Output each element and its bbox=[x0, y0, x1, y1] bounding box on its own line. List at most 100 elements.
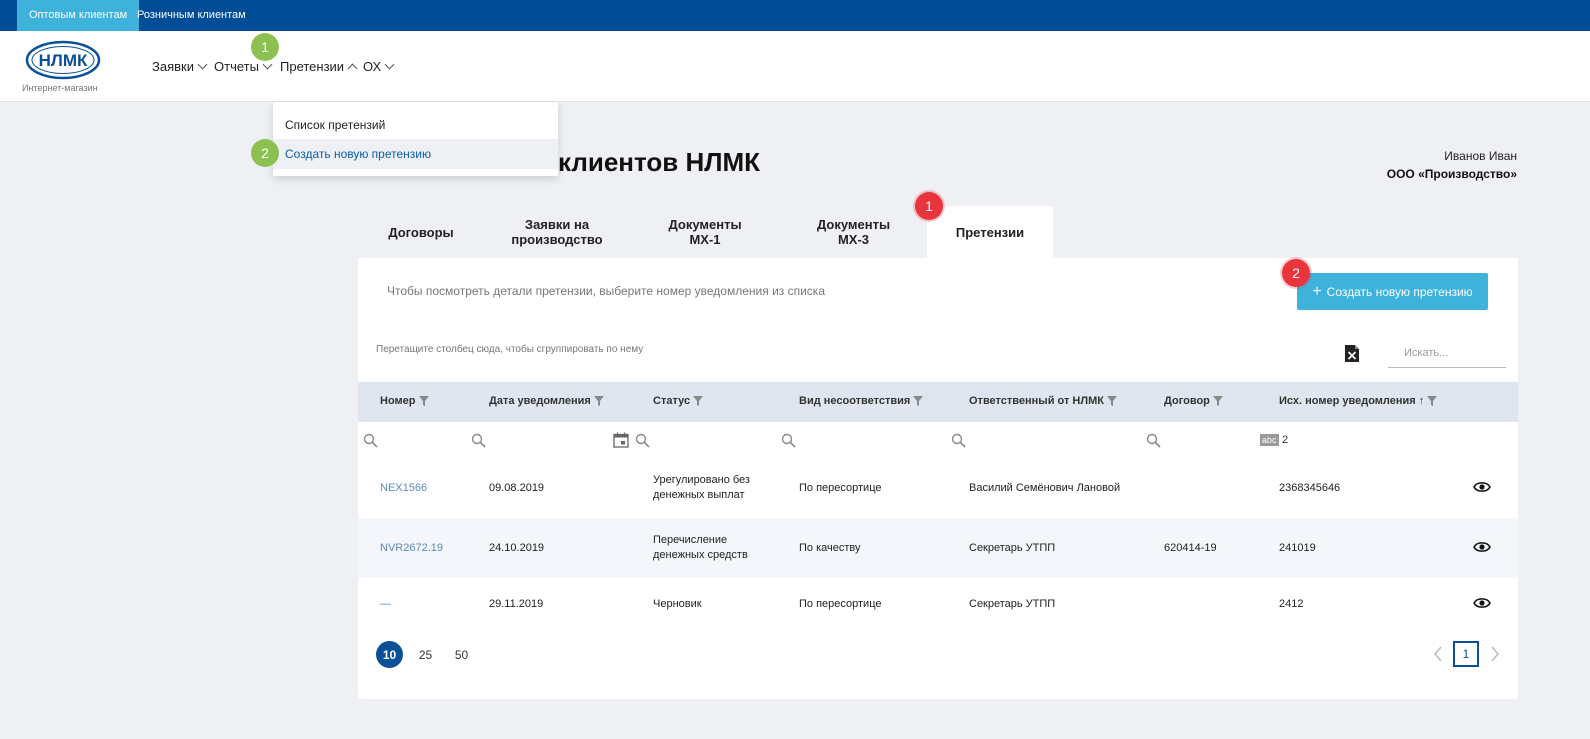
page-title-text: клиентов НЛМК bbox=[558, 147, 761, 177]
eye-icon[interactable] bbox=[1473, 596, 1491, 610]
filter-icon[interactable] bbox=[418, 396, 429, 406]
filter-icon[interactable] bbox=[1106, 396, 1117, 406]
create-claim-label: Создать новую претензию bbox=[1326, 284, 1473, 299]
logo-subtitle: Интернет-магазин bbox=[22, 83, 98, 93]
cell-responsible: Василий Семёнович Лановой bbox=[969, 481, 1121, 494]
cell-date: 24.10.2019 bbox=[489, 541, 545, 554]
eye-icon[interactable] bbox=[1473, 540, 1491, 554]
filter-icon[interactable] bbox=[593, 396, 604, 406]
nav-ox[interactable]: ОХ bbox=[363, 59, 395, 74]
status-line: денежных выплат bbox=[653, 489, 745, 501]
svg-text:НЛМК: НЛМК bbox=[39, 51, 88, 70]
tab-label-line: Заявки на bbox=[524, 217, 590, 232]
claim-number-link[interactable]: NVR2672.19 bbox=[380, 518, 443, 578]
column-header-status[interactable]: Статус bbox=[653, 395, 704, 407]
nav-claims-label: Претензии bbox=[280, 59, 345, 74]
column-header-label: Вид несоответствия bbox=[799, 395, 911, 407]
search-icon[interactable] bbox=[471, 433, 486, 448]
step-badge-red-1: 1 bbox=[915, 192, 943, 220]
cell-type: По качеству bbox=[799, 541, 861, 554]
column-header-label: Ответственный от НЛМК bbox=[969, 395, 1104, 407]
column-header-outgoing-number[interactable]: Исх. номер уведомления ↑ bbox=[1279, 395, 1438, 407]
claims-dropdown-menu: Список претензий Создать новую претензию bbox=[273, 102, 558, 176]
column-header-type[interactable]: Вид несоответствия bbox=[799, 395, 924, 407]
tab-label-line: Документы bbox=[816, 217, 891, 232]
create-claim-button[interactable]: + Создать новую претензию bbox=[1297, 273, 1488, 310]
user-organization: ООО «Производство» bbox=[1386, 167, 1517, 181]
table-row[interactable]: — 29.11.2019 Черновик По пересортице Сек… bbox=[358, 574, 1518, 634]
search-icon[interactable] bbox=[635, 433, 650, 448]
filter-row: abc 2 bbox=[358, 422, 1518, 458]
cell-type: По пересортице bbox=[799, 481, 882, 494]
top-bar: Оптовым клиентам Розничным клиентам bbox=[0, 0, 1590, 31]
chevron-down-icon bbox=[384, 59, 395, 70]
chevron-left-icon[interactable] bbox=[1432, 646, 1444, 662]
menu-item-create-claim[interactable]: Создать новую претензию bbox=[273, 139, 558, 169]
page-size-25[interactable]: 25 bbox=[412, 641, 439, 668]
nav-reports[interactable]: Отчеты bbox=[214, 59, 273, 74]
cell-type: По пересортице bbox=[799, 597, 882, 610]
search-input[interactable]: Искать... bbox=[1388, 341, 1506, 368]
header: НЛМК Интернет-магазин Заявки Отчеты Прет… bbox=[0, 31, 1590, 102]
page-size-50[interactable]: 50 bbox=[448, 641, 475, 668]
tab-production-orders[interactable]: Заявки на производство bbox=[484, 206, 630, 258]
tab-mx3-docs[interactable]: Документы МХ-3 bbox=[780, 206, 927, 258]
column-header-responsible[interactable]: Ответственный от НЛМК bbox=[969, 395, 1117, 407]
search-icon[interactable] bbox=[363, 433, 378, 448]
calendar-icon[interactable] bbox=[613, 432, 629, 448]
step-badge-1: 1 bbox=[251, 33, 279, 61]
search-icon[interactable] bbox=[781, 433, 796, 448]
step-badge-2: 2 bbox=[251, 139, 279, 167]
tab-mx1-docs[interactable]: Документы МХ-1 bbox=[630, 206, 780, 258]
sort-ascending-icon: ↑ bbox=[1418, 395, 1425, 407]
tab-retail[interactable]: Розничным клиентам bbox=[125, 0, 258, 31]
cell-date: 29.11.2019 bbox=[489, 597, 544, 610]
text-filter-icon[interactable]: abc bbox=[1260, 434, 1279, 446]
tab-wholesale[interactable]: Оптовым клиентам bbox=[17, 0, 140, 31]
cell-date: 09.08.2019 bbox=[489, 481, 545, 494]
status-line: денежных средств bbox=[653, 549, 748, 561]
column-header-number[interactable]: Номер bbox=[380, 395, 429, 407]
claim-number-link[interactable]: — bbox=[380, 574, 391, 634]
column-header-label: Исх. номер уведомления bbox=[1279, 395, 1416, 407]
chevron-down-icon bbox=[262, 59, 273, 70]
nav-claims[interactable]: Претензии bbox=[280, 59, 358, 74]
filter-icon[interactable] bbox=[1427, 396, 1438, 406]
column-header-label: Договор bbox=[1164, 395, 1210, 407]
tab-claims[interactable]: Претензии bbox=[927, 206, 1053, 258]
claim-number-link[interactable]: NEX1566 bbox=[380, 458, 427, 518]
column-header-contract[interactable]: Договор bbox=[1164, 395, 1223, 407]
filter-icon[interactable] bbox=[1212, 396, 1223, 406]
excel-export-icon[interactable] bbox=[1345, 345, 1359, 362]
column-header-date[interactable]: Дата уведомления bbox=[489, 395, 604, 407]
table-row[interactable]: NEX1566 09.08.2019 Урегулировано без ден… bbox=[358, 458, 1518, 518]
page-size-selector: 10 25 50 bbox=[376, 641, 475, 668]
table-row[interactable]: NVR2672.19 24.10.2019 Перечисление денеж… bbox=[358, 518, 1518, 578]
page-size-10[interactable]: 10 bbox=[376, 641, 403, 668]
cell-responsible: Секретарь УТПП bbox=[969, 597, 1056, 610]
outgoing-number-filter-input[interactable]: 2 bbox=[1282, 434, 1288, 446]
column-header-label: Номер bbox=[380, 395, 416, 407]
tab-contracts[interactable]: Договоры bbox=[358, 206, 484, 258]
menu-item-claims-list[interactable]: Список претензий bbox=[273, 110, 558, 140]
current-page[interactable]: 1 bbox=[1453, 641, 1479, 667]
cell-status: Урегулировано без денежных выплат bbox=[653, 458, 750, 518]
eye-icon[interactable] bbox=[1473, 480, 1491, 494]
filter-icon[interactable] bbox=[913, 396, 924, 406]
filter-icon[interactable] bbox=[693, 396, 704, 406]
chevron-right-icon[interactable] bbox=[1489, 646, 1501, 662]
search-icon[interactable] bbox=[1146, 433, 1161, 448]
group-panel-hint: Перетащите столбец сюда, чтобы сгруппиро… bbox=[376, 344, 644, 355]
chevron-down-icon bbox=[197, 59, 208, 70]
nav-ox-label: ОХ bbox=[363, 59, 382, 74]
search-icon[interactable] bbox=[951, 433, 966, 448]
panel-hint: Чтобы посмотреть детали претензии, выбер… bbox=[387, 284, 825, 298]
user-name[interactable]: Иванов Иван bbox=[1444, 149, 1517, 163]
column-header-label: Дата уведомления bbox=[489, 395, 591, 407]
tab-label-line: МХ-3 bbox=[837, 232, 870, 247]
table-header: Номер Дата уведомления Статус Вид несоот… bbox=[358, 382, 1518, 422]
nav-orders[interactable]: Заявки bbox=[152, 59, 208, 74]
cell-status: Перечисление денежных средств bbox=[653, 518, 748, 578]
nlmk-logo[interactable]: НЛМК bbox=[25, 40, 101, 80]
chevron-up-icon bbox=[347, 63, 358, 73]
